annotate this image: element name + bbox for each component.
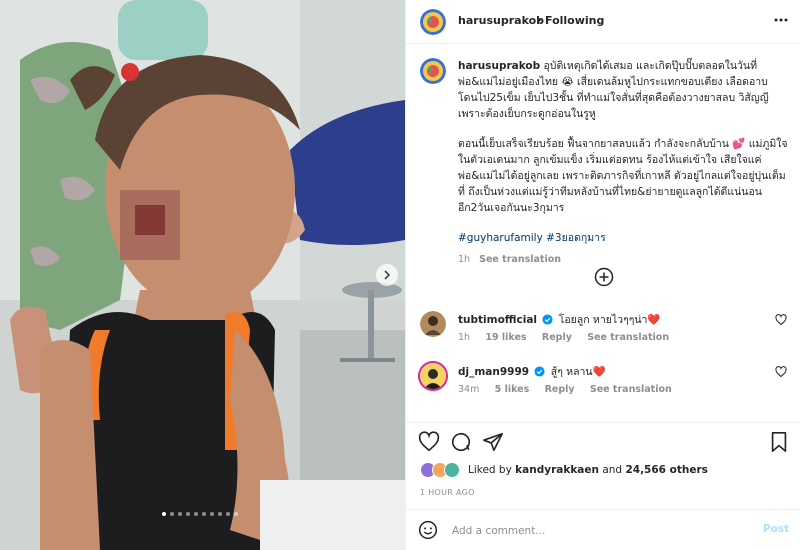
comment-button[interactable] — [450, 431, 472, 456]
comment-bubble-icon — [451, 432, 471, 452]
carousel-dot — [170, 512, 174, 516]
bookmark-icon — [771, 432, 787, 452]
post-photo — [0, 0, 405, 550]
caption-hashtags[interactable]: #guyharufamily #3ยอดกุมาร — [458, 230, 788, 246]
caption-author-avatar[interactable] — [420, 58, 446, 84]
load-more-comments-button[interactable] — [594, 267, 614, 290]
comment-meta: 34m 5 likes Reply See translation — [458, 384, 684, 395]
likes-by-user[interactable]: kandyrakkaen — [515, 464, 599, 476]
caption-text-2: ตอนนี้เย็บเสร็จเรียบร้อย ฟื้นจากยาสลบแล้… — [458, 138, 788, 214]
carousel-dot — [234, 512, 238, 516]
comment-text: dj_man9999 สู้ๆ หลาน❤️ — [458, 363, 758, 380]
comment-likes[interactable]: 19 likes — [485, 332, 526, 343]
carousel-dot — [210, 512, 214, 516]
comment-like-button[interactable] — [775, 366, 787, 381]
post-header: harusuprakob • Following — [406, 0, 800, 44]
comment-body: สู้ๆ หลาน❤️ — [550, 366, 606, 378]
paper-plane-icon — [483, 432, 503, 452]
likes-and: and — [602, 464, 623, 476]
likes-by-label: Liked by — [468, 464, 512, 476]
carousel-dot — [226, 512, 230, 516]
caption-time: 1h — [458, 254, 471, 265]
emoji-button[interactable] — [418, 520, 438, 543]
heart-outline-icon — [775, 314, 787, 326]
carousel-dot — [218, 512, 222, 516]
caption-paragraph-2: ตอนนี้เย็บเสร็จเรียบร้อย ฟื้นจากยาสลบแล้… — [458, 136, 788, 216]
comment-reply-button[interactable]: Reply — [542, 332, 572, 343]
comment-body: โอยลูก หายไวๆๆน่า❤️ — [558, 314, 661, 326]
post-timestamp[interactable]: 1 HOUR AGO — [420, 488, 475, 497]
comment-time: 34m — [458, 384, 480, 395]
comment-see-translation[interactable]: See translation — [590, 384, 672, 395]
carousel-dot — [178, 512, 182, 516]
heart-outline-icon — [775, 366, 787, 378]
verified-badge-icon — [534, 366, 545, 377]
comment-username[interactable]: tubtimofficial — [458, 314, 537, 326]
carousel-dot — [162, 512, 166, 516]
post-media[interactable] — [0, 0, 405, 550]
verified-badge-icon — [542, 314, 553, 325]
caption-paragraph-1: harusuprakob อุบัติเหตุเกิดได้เสมอ และเก… — [458, 58, 788, 122]
heart-outline-icon — [418, 431, 440, 452]
plus-circle-icon — [594, 267, 614, 287]
save-button[interactable] — [769, 431, 789, 456]
post-caption: harusuprakob อุบัติเหตุเกิดได้เสมอ และเก… — [458, 58, 788, 268]
author-username[interactable]: harusuprakob — [458, 14, 544, 27]
caption-meta: 1h See translation — [458, 252, 788, 268]
likes-others[interactable]: 24,566 others — [625, 464, 707, 476]
comment-see-translation[interactable]: See translation — [587, 332, 669, 343]
smiley-icon — [418, 520, 438, 540]
liker-avatars — [420, 462, 460, 478]
caption-see-translation[interactable]: See translation — [479, 254, 561, 265]
likes-summary[interactable]: Liked by kandyrakkaen and 24,566 others — [420, 462, 708, 478]
carousel-dot — [186, 512, 190, 516]
comment-likes[interactable]: 5 likes — [495, 384, 530, 395]
more-options-button[interactable] — [773, 12, 789, 31]
comment-text: tubtimofficial โอยลูก หายไวๆๆน่า❤️ — [458, 311, 758, 328]
post-comment-button[interactable]: Post — [763, 523, 789, 535]
share-button[interactable] — [482, 431, 504, 456]
add-comment-bar: Post — [406, 509, 800, 550]
carousel-dot — [202, 512, 206, 516]
separator-dot: • — [536, 14, 543, 27]
carousel-next-button[interactable] — [376, 264, 398, 286]
carousel-dot — [194, 512, 198, 516]
commenter-avatar[interactable] — [418, 361, 448, 391]
follow-status-button[interactable]: Following — [545, 14, 604, 27]
more-horizontal-icon — [774, 18, 788, 22]
post-actions — [406, 422, 800, 458]
chevron-right-icon — [384, 270, 391, 280]
comment-reply-button[interactable]: Reply — [545, 384, 575, 395]
comment-username[interactable]: dj_man9999 — [458, 366, 529, 378]
comment-meta: 1h 19 likes Reply See translation — [458, 332, 681, 343]
like-button[interactable] — [418, 431, 440, 456]
carousel-dots — [162, 512, 238, 516]
post-detail-panel: harusuprakob • Following harusuprakob อุ… — [405, 0, 800, 550]
author-avatar[interactable] — [420, 9, 446, 35]
comment-time: 1h — [458, 332, 471, 343]
commenter-avatar[interactable] — [420, 311, 446, 337]
caption-username[interactable]: harusuprakob — [458, 60, 540, 72]
comment-input[interactable] — [450, 520, 744, 542]
comment-like-button[interactable] — [775, 314, 787, 329]
